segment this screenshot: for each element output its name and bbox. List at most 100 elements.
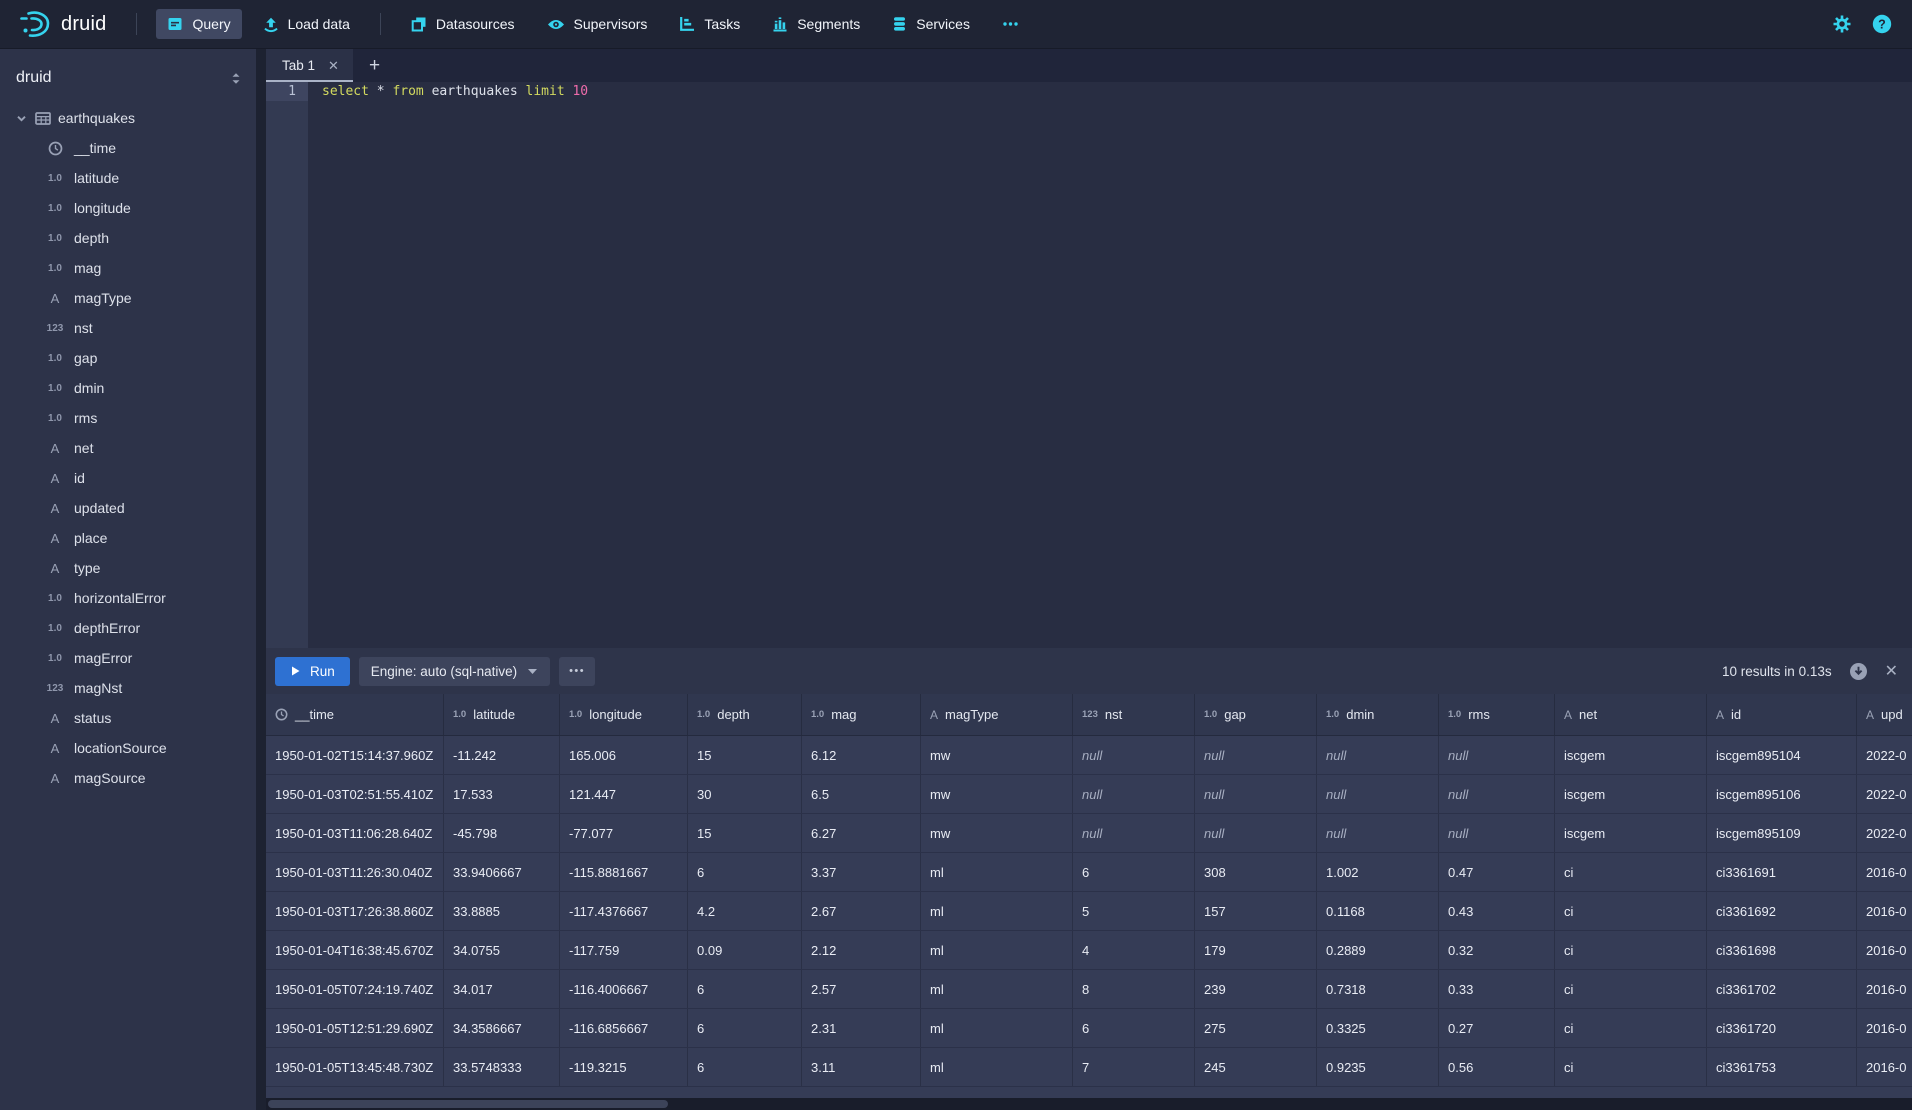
- chevron-down-icon[interactable]: [15, 112, 28, 125]
- tab-close-icon[interactable]: ✕: [328, 58, 339, 74]
- cell[interactable]: ci: [1555, 931, 1707, 969]
- druid-logo[interactable]: druid: [18, 9, 106, 39]
- cell[interactable]: 2016-0: [1857, 1048, 1912, 1086]
- settings-icon[interactable]: [1832, 14, 1852, 34]
- cell[interactable]: 30: [688, 775, 802, 813]
- cell[interactable]: 2.67: [802, 892, 921, 930]
- cell[interactable]: 15: [688, 814, 802, 852]
- cell[interactable]: ci: [1555, 1009, 1707, 1047]
- cell[interactable]: iscgem: [1555, 736, 1707, 774]
- cell[interactable]: ml: [921, 892, 1073, 930]
- cell[interactable]: null: [1073, 775, 1195, 813]
- cell[interactable]: null: [1195, 775, 1317, 813]
- column-header-depth[interactable]: 1.0depth: [688, 694, 802, 735]
- cell[interactable]: ml: [921, 853, 1073, 891]
- horizontal-scrollbar[interactable]: [266, 1098, 1912, 1110]
- cell[interactable]: 6.5: [802, 775, 921, 813]
- column-header-magType[interactable]: AmagType: [921, 694, 1073, 735]
- cell[interactable]: 308: [1195, 853, 1317, 891]
- cell[interactable]: 2016-0: [1857, 892, 1912, 930]
- cell[interactable]: 34.017: [444, 970, 560, 1008]
- cell[interactable]: 0.32: [1439, 931, 1555, 969]
- cell[interactable]: 33.5748333: [444, 1048, 560, 1086]
- cell[interactable]: 245: [1195, 1048, 1317, 1086]
- cell[interactable]: -119.3215: [560, 1048, 688, 1086]
- cell[interactable]: 6.27: [802, 814, 921, 852]
- run-button[interactable]: Run: [275, 657, 350, 686]
- cell[interactable]: ml: [921, 970, 1073, 1008]
- nav-item-tasks[interactable]: Tasks: [668, 9, 751, 39]
- cell[interactable]: -116.6856667: [560, 1009, 688, 1047]
- cell[interactable]: 0.27: [1439, 1009, 1555, 1047]
- new-tab-button[interactable]: +: [353, 49, 396, 82]
- cell[interactable]: null: [1195, 814, 1317, 852]
- cell[interactable]: null: [1317, 814, 1439, 852]
- cell[interactable]: 15: [688, 736, 802, 774]
- column-header-id[interactable]: Aid: [1707, 694, 1857, 735]
- cell[interactable]: null: [1317, 736, 1439, 774]
- tree-item-magError[interactable]: 1.0magError: [0, 643, 256, 673]
- tree-item-nst[interactable]: 123nst: [0, 313, 256, 343]
- cell[interactable]: 179: [1195, 931, 1317, 969]
- cell[interactable]: iscgem895109: [1707, 814, 1857, 852]
- column-header-nst[interactable]: 123nst: [1073, 694, 1195, 735]
- cell[interactable]: 275: [1195, 1009, 1317, 1047]
- cell[interactable]: 157: [1195, 892, 1317, 930]
- tree-item-latitude[interactable]: 1.0latitude: [0, 163, 256, 193]
- cell[interactable]: 1950-01-03T17:26:38.860Z: [266, 892, 444, 930]
- cell[interactable]: null: [1439, 775, 1555, 813]
- cell[interactable]: ci: [1555, 1048, 1707, 1086]
- cell[interactable]: 4: [1073, 931, 1195, 969]
- cell[interactable]: -11.242: [444, 736, 560, 774]
- cell[interactable]: 6: [688, 1048, 802, 1086]
- cell[interactable]: null: [1439, 736, 1555, 774]
- cell[interactable]: 1950-01-03T11:06:28.640Z: [266, 814, 444, 852]
- cell[interactable]: 33.8885: [444, 892, 560, 930]
- cell[interactable]: 0.47: [1439, 853, 1555, 891]
- cell[interactable]: 7: [1073, 1048, 1195, 1086]
- cell[interactable]: null: [1195, 736, 1317, 774]
- column-header-mag[interactable]: 1.0mag: [802, 694, 921, 735]
- tree-item-mag[interactable]: 1.0mag: [0, 253, 256, 283]
- tree-item-horizontalError[interactable]: 1.0horizontalError: [0, 583, 256, 613]
- cell[interactable]: ml: [921, 1048, 1073, 1086]
- tree-item-depthError[interactable]: 1.0depthError: [0, 613, 256, 643]
- tree-item-magType[interactable]: AmagType: [0, 283, 256, 313]
- editor-code-area[interactable]: select * from earthquakes limit 10: [308, 82, 1912, 648]
- sidebar-resize-handle[interactable]: [256, 49, 266, 1110]
- cell[interactable]: -115.8881667: [560, 853, 688, 891]
- cell[interactable]: 1950-01-02T15:14:37.960Z: [266, 736, 444, 774]
- cell[interactable]: ci3361720: [1707, 1009, 1857, 1047]
- cell[interactable]: null: [1073, 736, 1195, 774]
- cell[interactable]: 0.56: [1439, 1048, 1555, 1086]
- cell[interactable]: null: [1439, 814, 1555, 852]
- cell[interactable]: 17.533: [444, 775, 560, 813]
- tree-item-depth[interactable]: 1.0depth: [0, 223, 256, 253]
- cell[interactable]: 1950-01-05T13:45:48.730Z: [266, 1048, 444, 1086]
- tree-item-place[interactable]: Aplace: [0, 523, 256, 553]
- cell[interactable]: iscgem895104: [1707, 736, 1857, 774]
- tree-item-status[interactable]: Astatus: [0, 703, 256, 733]
- query-more-button[interactable]: •••: [559, 657, 595, 686]
- cell[interactable]: 1950-01-04T16:38:45.670Z: [266, 931, 444, 969]
- cell[interactable]: 3.37: [802, 853, 921, 891]
- tree-item-magSource[interactable]: AmagSource: [0, 763, 256, 793]
- cell[interactable]: 2022-0: [1857, 736, 1912, 774]
- scrollbar-thumb[interactable]: [268, 1100, 668, 1108]
- cell[interactable]: -116.4006667: [560, 970, 688, 1008]
- cell[interactable]: 5: [1073, 892, 1195, 930]
- cell[interactable]: -45.798: [444, 814, 560, 852]
- cell[interactable]: 239: [1195, 970, 1317, 1008]
- cell[interactable]: ci3361702: [1707, 970, 1857, 1008]
- cell[interactable]: 1950-01-03T02:51:55.410Z: [266, 775, 444, 813]
- cell[interactable]: ml: [921, 931, 1073, 969]
- cell[interactable]: 0.33: [1439, 970, 1555, 1008]
- cell[interactable]: 1950-01-05T07:24:19.740Z: [266, 970, 444, 1008]
- cell[interactable]: ci3361753: [1707, 1048, 1857, 1086]
- nav-item-supervisors[interactable]: Supervisors: [536, 9, 659, 39]
- cell[interactable]: 0.43: [1439, 892, 1555, 930]
- nav-item-more-menu[interactable]: [991, 9, 1030, 39]
- close-results-icon[interactable]: ✕: [1885, 661, 1898, 681]
- tree-item-id[interactable]: Aid: [0, 463, 256, 493]
- cell[interactable]: ci3361691: [1707, 853, 1857, 891]
